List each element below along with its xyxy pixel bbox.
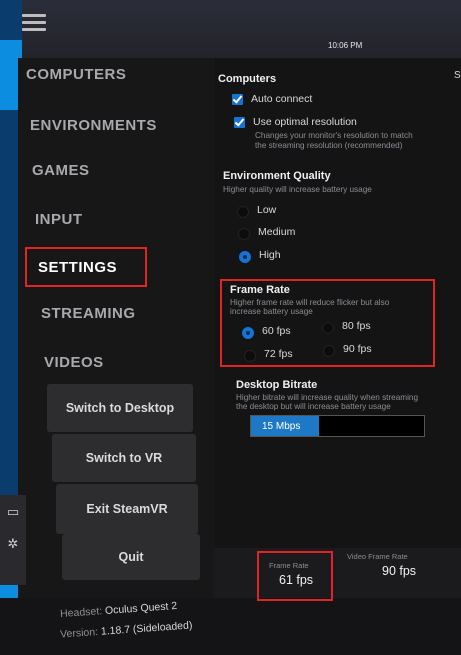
video-frame-rate-stat-value: 90 fps	[382, 564, 417, 578]
environment-quality-title: Environment Quality	[223, 170, 331, 182]
top-bar	[0, 0, 461, 62]
quit-button[interactable]: Quit	[62, 534, 200, 580]
switch-to-desktop-button[interactable]: Switch to Desktop	[47, 384, 193, 432]
nav-item-input[interactable]: INPUT	[35, 211, 83, 228]
frame-rate-stat-highlight-box	[257, 551, 333, 601]
env-quality-low-radio[interactable]	[237, 206, 249, 218]
auto-connect-checkbox[interactable]	[232, 94, 243, 105]
optimal-resolution-checkbox[interactable]	[234, 117, 245, 128]
nav-item-streaming[interactable]: STREAMING	[41, 305, 136, 322]
switch-to-vr-button[interactable]: Switch to VR	[52, 434, 196, 482]
optimal-resolution-label[interactable]: Use optimal resolution	[253, 116, 357, 128]
optimal-resolution-desc-2: the streaming resolution (recommended)	[255, 141, 403, 150]
video-frame-rate-stat-label: Video Frame Rate	[347, 552, 408, 561]
settings-highlight-box	[25, 247, 147, 287]
nav-item-videos[interactable]: VIDEOS	[44, 354, 104, 371]
monitor-icon[interactable]: ▭	[6, 505, 20, 519]
auto-connect-label[interactable]: Auto connect	[251, 93, 312, 105]
desktop-bitrate-slider[interactable]: 15 Mbps	[250, 415, 425, 437]
gear-icon[interactable]: ✲	[6, 537, 20, 551]
desktop-bitrate-desc-2: the desktop but will increase battery us…	[236, 402, 391, 411]
menu-hamburger-icon[interactable]	[22, 14, 46, 32]
env-quality-medium-label[interactable]: Medium	[258, 226, 295, 238]
clock: 10:06 PM	[328, 41, 363, 50]
desktop-bitrate-title: Desktop Bitrate	[236, 379, 318, 391]
exit-steamvr-button[interactable]: Exit SteamVR	[56, 484, 198, 534]
env-quality-high-label[interactable]: High	[259, 249, 281, 261]
nav-item-games[interactable]: GAMES	[32, 162, 90, 179]
optimal-resolution-desc-1: Changes your monitor's resolution to mat…	[255, 131, 413, 140]
env-quality-medium-radio[interactable]	[238, 228, 250, 240]
env-quality-high-radio[interactable]	[239, 251, 251, 263]
right-edge-mark: S	[454, 70, 461, 81]
side-icon-bar: ▭ ✲	[0, 495, 26, 585]
nav-item-environments[interactable]: ENVIRONMENTS	[30, 117, 157, 134]
env-quality-low-label[interactable]: Low	[257, 204, 276, 216]
desktop-bitrate-value: 15 Mbps	[262, 421, 301, 432]
frame-rate-highlight-box	[220, 279, 435, 367]
stats-bar	[214, 548, 461, 598]
environment-quality-desc: Higher quality will increase battery usa…	[223, 185, 372, 194]
computers-section-title: Computers	[218, 73, 277, 85]
nav-item-computers[interactable]: COMPUTERS	[26, 66, 126, 83]
